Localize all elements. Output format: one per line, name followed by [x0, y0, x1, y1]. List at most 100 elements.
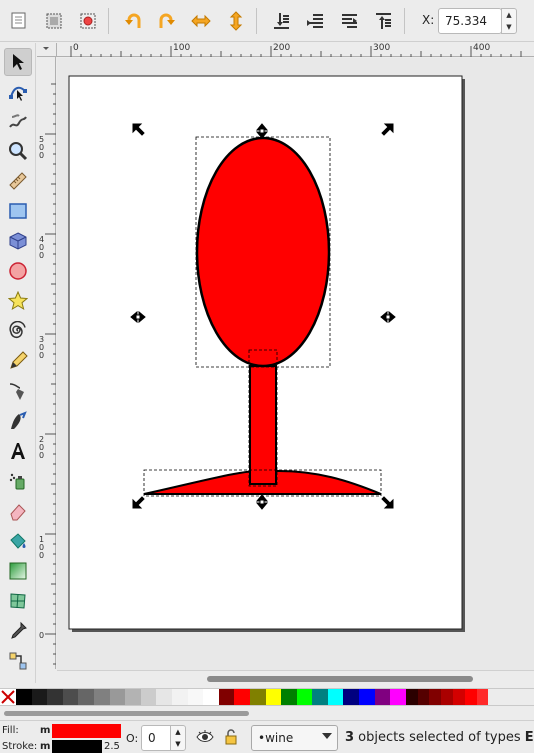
rotate-ccw-icon[interactable] — [120, 8, 146, 34]
palette-swatch[interactable] — [312, 689, 328, 705]
stroke-multiple-indicator: m — [40, 741, 51, 752]
mesh-tool-icon[interactable] — [4, 587, 32, 615]
box3d-tool-icon[interactable] — [4, 227, 32, 255]
palette-swatch[interactable] — [343, 689, 360, 705]
select-all-layers-icon[interactable] — [41, 8, 67, 34]
selection-types: Ell — [524, 730, 534, 745]
palette-swatch[interactable] — [109, 689, 126, 705]
palette-swatch[interactable] — [31, 689, 48, 705]
x-coordinate-spinner[interactable]: ▲ ▼ — [501, 8, 517, 34]
raise-to-top-icon[interactable] — [370, 8, 396, 34]
palette-swatch[interactable] — [417, 689, 430, 705]
palette-swatch[interactable] — [374, 689, 391, 705]
no-paint-swatch[interactable] — [0, 689, 16, 705]
rotate-cw-icon[interactable] — [154, 8, 180, 34]
flip-vertical-icon[interactable] — [223, 8, 249, 34]
spin-up-icon[interactable]: ▲ — [502, 9, 516, 21]
palette-swatch[interactable] — [453, 689, 465, 705]
opacity-input[interactable]: 0 — [141, 725, 171, 751]
horizontal-scrollbar[interactable] — [57, 670, 534, 686]
palette-swatch[interactable] — [265, 689, 282, 705]
palette-swatch[interactable] — [390, 689, 406, 705]
palette-swatch[interactable] — [187, 689, 204, 705]
palette-swatch[interactable] — [125, 689, 141, 705]
raise-icon[interactable] — [336, 8, 362, 34]
chevron-down-icon[interactable] — [322, 733, 332, 739]
selector-tool-icon[interactable] — [4, 48, 32, 76]
x-coordinate-input[interactable]: 75.334 — [438, 8, 502, 34]
stroke-width-value[interactable]: 2.5 — [104, 741, 120, 752]
palette-swatch[interactable] — [405, 689, 418, 705]
text-tool-icon[interactable] — [4, 437, 32, 465]
node-tool-icon[interactable] — [4, 78, 32, 106]
rectangle-tool-icon[interactable] — [4, 197, 32, 225]
palette-scrollbar-thumb[interactable] — [4, 711, 249, 716]
glass-stem-shape[interactable] — [249, 365, 277, 485]
fill-color-swatch[interactable] — [52, 724, 121, 738]
gradient-tool-icon[interactable] — [4, 557, 32, 585]
palette-swatch[interactable] — [62, 689, 79, 705]
palette-swatch[interactable] — [93, 689, 110, 705]
zoom-tool-icon[interactable] — [4, 137, 32, 165]
palette-swatch[interactable] — [234, 689, 250, 705]
status-message-text: objects selected of types — [354, 730, 525, 745]
status-bar: Fill: Stroke: m m 2.5 O: 0 ▲ ▼ •wine 3 o… — [0, 720, 534, 753]
pen-tool-icon[interactable] — [4, 377, 32, 405]
ruler-label: 200 — [273, 43, 291, 53]
palette-swatch[interactable] — [156, 689, 172, 705]
palette-swatch[interactable] — [140, 689, 157, 705]
palette-swatch[interactable] — [16, 689, 32, 705]
palette-swatch[interactable] — [296, 689, 313, 705]
measure-tool-icon[interactable] — [4, 167, 32, 195]
drawing-canvas[interactable] — [57, 58, 534, 670]
dropper-tool-icon[interactable] — [4, 617, 32, 645]
selection-count: 3 — [345, 730, 355, 745]
spin-up-icon[interactable]: ▲ — [171, 726, 185, 738]
palette-swatch[interactable] — [464, 689, 477, 705]
ruler-label: 2 0 0 — [39, 435, 45, 460]
palette-swatch[interactable] — [171, 689, 188, 705]
stroke-label: Stroke: — [2, 741, 38, 752]
palette-swatch[interactable] — [203, 689, 219, 705]
vertical-ruler[interactable]: 5 0 0 4 0 0 3 0 0 2 0 0 1 0 0 0 — [37, 57, 56, 669]
opacity-label: O: — [126, 732, 139, 745]
horizontal-scrollbar-thumb[interactable] — [207, 676, 473, 682]
spiral-tool-icon[interactable] — [4, 317, 32, 345]
spin-down-icon[interactable]: ▼ — [171, 738, 185, 750]
palette-swatch[interactable] — [476, 689, 489, 705]
palette-scrollbar[interactable] — [0, 707, 534, 719]
opacity-spinner[interactable]: ▲ ▼ — [170, 725, 186, 751]
spin-down-icon[interactable]: ▼ — [502, 21, 516, 33]
flip-horizontal-icon[interactable] — [188, 8, 214, 34]
glass-bowl-ellipse[interactable] — [195, 136, 331, 368]
palette-swatch[interactable] — [47, 689, 63, 705]
lower-to-bottom-icon[interactable] — [268, 8, 294, 34]
touch-select-icon[interactable] — [75, 8, 101, 34]
ruler-label: 3 0 0 — [39, 335, 45, 360]
spray-tool-icon[interactable] — [4, 467, 32, 495]
palette-swatch[interactable] — [249, 689, 266, 705]
current-layer-name: •wine — [258, 731, 294, 745]
palette-swatch[interactable] — [78, 689, 94, 705]
calligraphy-tool-icon[interactable] — [4, 407, 32, 435]
ellipse-tool-icon[interactable] — [4, 257, 32, 285]
palette-swatch[interactable] — [281, 689, 297, 705]
pencil-tool-icon[interactable] — [4, 347, 32, 375]
palette-swatch[interactable] — [441, 689, 454, 705]
horizontal-ruler[interactable]: 0 100 200 300 400 — [57, 43, 534, 57]
lower-icon[interactable] — [302, 8, 328, 34]
select-all-icon[interactable] — [6, 8, 32, 34]
layer-lock-icon[interactable] — [224, 729, 238, 748]
tweak-tool-icon[interactable] — [4, 107, 32, 135]
stroke-color-swatch[interactable] — [52, 740, 102, 753]
connector-tool-icon[interactable] — [4, 647, 32, 675]
palette-swatch[interactable] — [327, 689, 344, 705]
palette-swatch[interactable] — [218, 689, 235, 705]
eraser-tool-icon[interactable] — [4, 497, 32, 525]
palette-swatch[interactable] — [359, 689, 375, 705]
star-tool-icon[interactable] — [4, 287, 32, 315]
layer-visibility-eye-icon[interactable] — [196, 729, 214, 748]
paint-bucket-tool-icon[interactable] — [4, 527, 32, 555]
toolbar-separator — [108, 8, 109, 34]
palette-swatch[interactable] — [429, 689, 442, 705]
